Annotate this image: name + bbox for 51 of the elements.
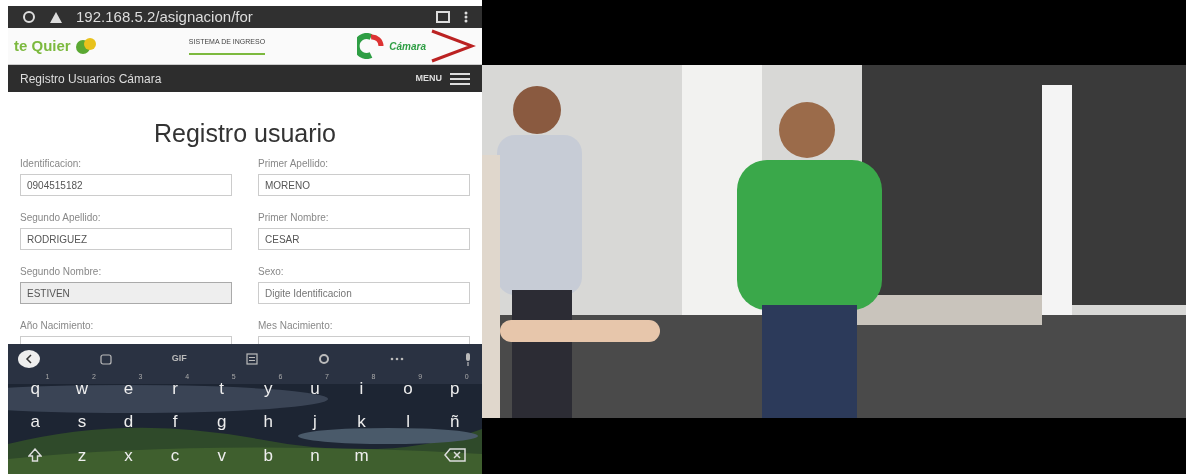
key[interactable]: z [61,442,102,469]
key[interactable]: k [341,409,382,435]
key[interactable]: g [201,409,242,435]
field-label: Primer Apellido: [258,157,330,171]
key[interactable]: f [155,409,196,435]
logo-text: Cámara [389,39,426,54]
key[interactable]: l [388,409,429,435]
clipboard-icon[interactable] [246,353,259,365]
key[interactable]: h [248,409,289,435]
warning-icon [50,11,62,23]
form-heading: Registro usuario [153,118,337,148]
backspace-icon[interactable] [443,448,466,463]
chevron-icon [430,29,476,63]
input-field[interactable]: ESTIVEN [20,282,232,304]
field-label: Sexo: [258,265,285,279]
key[interactable]: j [294,409,335,435]
microphone-icon[interactable] [463,352,472,366]
field-label: Segundo Nombre: [20,265,103,279]
input-field[interactable]: CESAR [258,228,470,250]
key[interactable]: v [201,442,242,469]
input-field[interactable]: 0904515182 [20,174,232,196]
home-icon[interactable] [22,11,36,23]
tabs-icon[interactable] [436,11,450,23]
input-field[interactable]: RODRIGUEZ [20,228,232,250]
key[interactable]: m [341,442,382,469]
gif-button[interactable]: GIF [171,352,187,366]
field-label: Mes Nacimiento: [258,319,334,333]
key[interactable]: a [15,409,56,435]
input-field[interactable]: MORENO [258,174,470,196]
logo-text: te Quier [14,35,71,56]
back-icon[interactable] [18,349,40,369]
key[interactable]: d [108,409,149,435]
logo-icon [357,33,386,59]
logo-icon [74,37,97,55]
navbar-title: Registro Usuarios Cámara [20,70,162,88]
key[interactable]: s [61,409,102,435]
field-label: Identificacion: [20,157,83,171]
field-label: Año Nacimiento: [20,319,95,333]
input-field[interactable]: Digite Identificacion [258,282,470,304]
key[interactable]: b [248,442,289,469]
menu-link[interactable]: MENU [415,71,442,86]
field-label: Primer Nombre: [258,211,330,225]
key[interactable]: c [155,442,196,469]
key[interactable]: ñ [434,409,475,435]
shift-icon[interactable] [28,448,43,463]
key[interactable]: n [294,442,335,469]
key[interactable]: x [108,442,149,469]
more-icon[interactable] [390,357,405,361]
more-icon[interactable] [464,11,468,23]
field-label: Segundo Apellido: [20,211,102,225]
menu-icon[interactable] [450,71,470,86]
